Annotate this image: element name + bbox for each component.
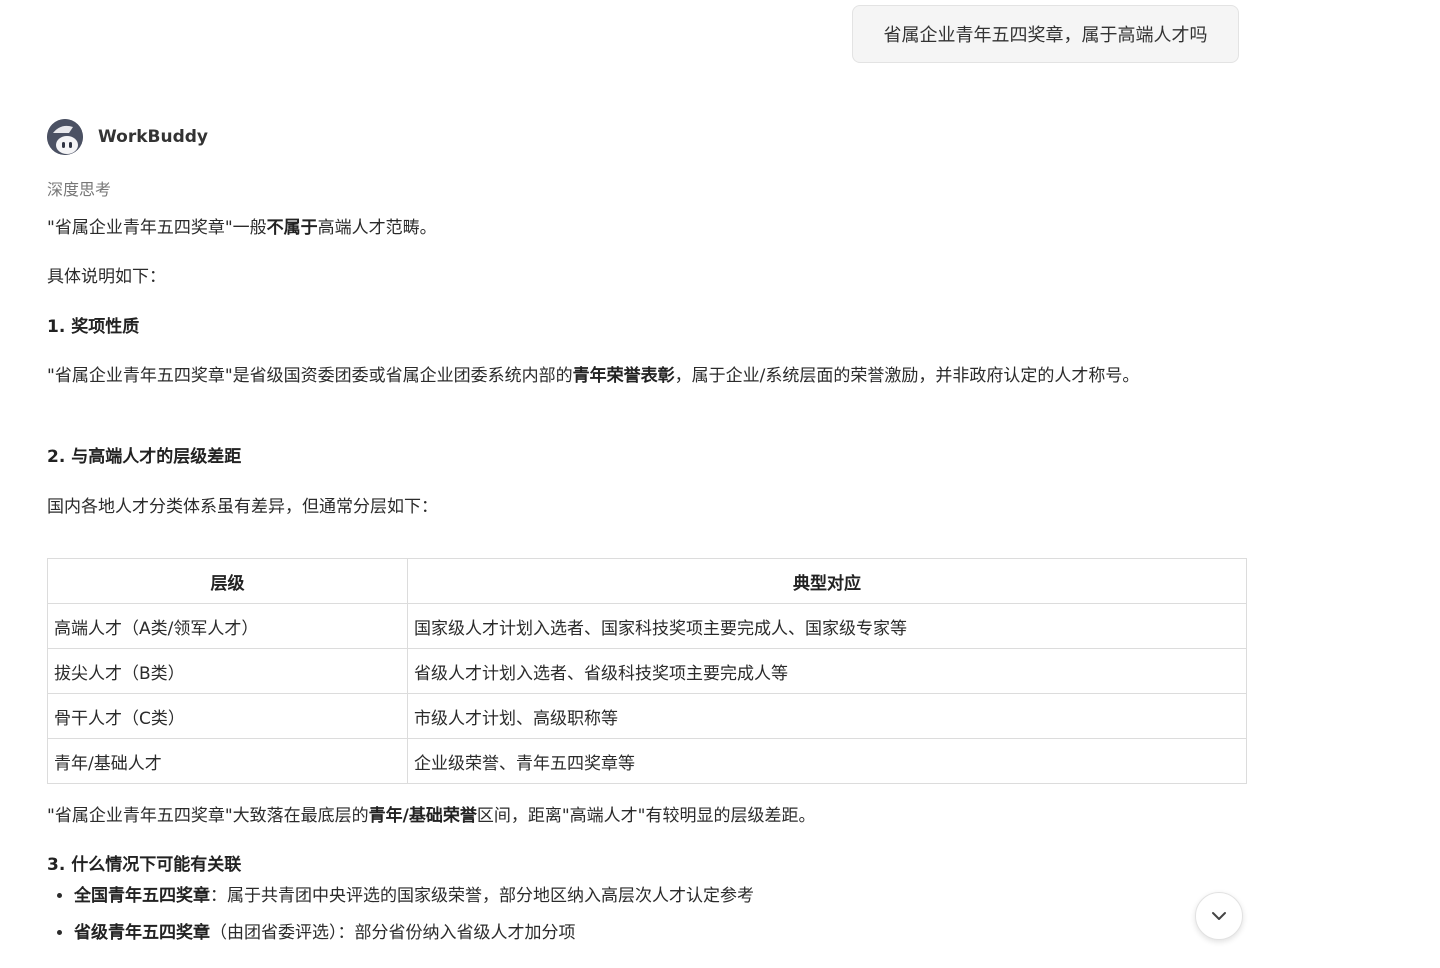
table-summary: "省属企业青年五四奖章"大致落在最底层的青年/基础荣誉区间，距离"高端人才"有较…	[47, 806, 816, 826]
deep-thinking-toggle[interactable]: 深度思考	[47, 176, 111, 200]
table-cell: 骨干人才（C类）	[47, 693, 408, 739]
table-cell: 国家级人才计划入选者、国家科技奖项主要完成人、国家级专家等	[407, 603, 1247, 649]
table-row: 骨干人才（C类） 市级人才计划、高级职称等	[47, 693, 1247, 739]
scroll-to-bottom-button[interactable]	[1195, 892, 1243, 940]
user-message-bubble: 省属企业青年五四奖章，属于高端人才吗	[852, 5, 1239, 63]
section3-title: 3. 什么情况下可能有关联	[47, 855, 242, 875]
assistant-header: WorkBuddy	[47, 118, 1247, 156]
list-item: 全国青年五四奖章：属于共青团中央评选的国家级荣誉，部分地区纳入高层次人才认定参考	[74, 878, 754, 915]
table-cell: 省级人才计划入选者、省级科技奖项主要完成人等	[407, 648, 1247, 694]
assistant-name: WorkBuddy	[98, 127, 208, 147]
workbuddy-avatar-icon	[47, 119, 83, 155]
detail-label: 具体说明如下：	[47, 267, 166, 287]
table-cell: 高端人才（A类/领军人才）	[47, 603, 408, 649]
table-header-row: 层级 典型对应	[47, 558, 1247, 604]
table-header-cell: 层级	[47, 558, 408, 604]
talent-tier-table: 层级 典型对应 高端人才（A类/领军人才） 国家级人才计划入选者、国家科技奖项主…	[47, 558, 1247, 784]
table-row: 青年/基础人才 企业级荣誉、青年五四奖章等	[47, 738, 1247, 784]
user-message-text: 省属企业青年五四奖章，属于高端人才吗	[883, 25, 1208, 46]
table-cell: 青年/基础人才	[47, 738, 408, 784]
answer-intro: "省属企业青年五四奖章"一般不属于高端人才范畴。	[47, 218, 437, 238]
table-row: 高端人才（A类/领军人才） 国家级人才计划入选者、国家科技奖项主要完成人、国家级…	[47, 603, 1247, 649]
table-row: 拔尖人才（B类） 省级人才计划入选者、省级科技奖项主要完成人等	[47, 648, 1247, 694]
table-cell: 市级人才计划、高级职称等	[407, 693, 1247, 739]
table-cell: 拔尖人才（B类）	[47, 648, 408, 694]
list-item: 省级青年五四奖章（由团省委评选）：部分省份纳入省级人才加分项	[74, 915, 754, 952]
section3-list: 全国青年五四奖章：属于共青团中央评选的国家级荣誉，部分地区纳入高层次人才认定参考…	[47, 878, 754, 952]
table-cell: 企业级荣誉、青年五四奖章等	[407, 738, 1247, 784]
section1-text: "省属企业青年五四奖章"是省级国资委团委或省属企业团委系统内部的青年荣誉表彰，属…	[47, 366, 1140, 386]
section2-text: 国内各地人才分类体系虽有差异，但通常分层如下：	[47, 497, 438, 517]
table-header-cell: 典型对应	[407, 558, 1247, 604]
section1-title: 1. 奖项性质	[47, 317, 140, 337]
section2-title: 2. 与高端人才的层级差距	[47, 447, 242, 467]
assistant-message: WorkBuddy 深度思考 "省属企业青年五四奖章"一般不属于高端人才范畴。 …	[47, 118, 1247, 943]
chevron-down-icon	[1211, 906, 1227, 926]
